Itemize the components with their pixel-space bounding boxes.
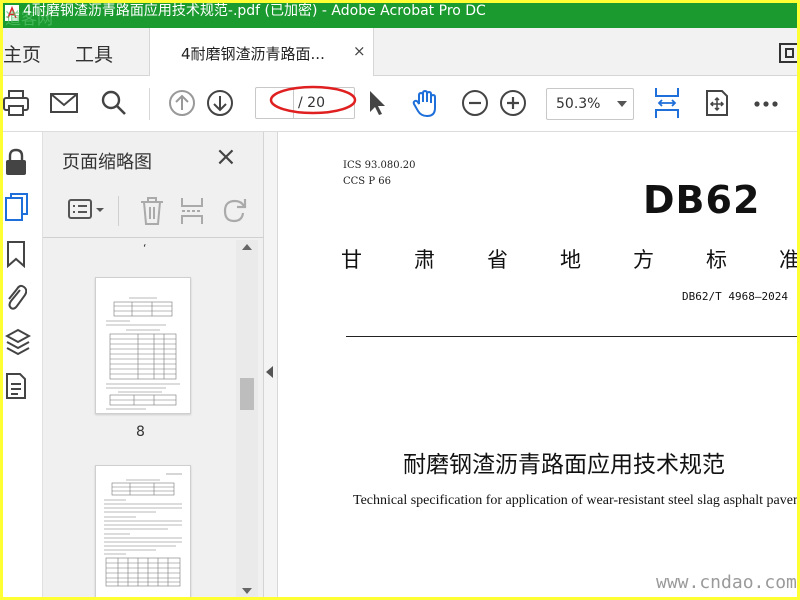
select-cursor-icon[interactable] [367, 89, 387, 117]
bookmark-icon[interactable] [5, 240, 27, 268]
collapse-arrow-icon [266, 366, 273, 378]
page-thumbnail[interactable] [95, 277, 191, 414]
thumbnails-panel: 页面缩略图 × ‘ 8 [43, 132, 264, 597]
hand-icon[interactable] [411, 89, 441, 119]
panel-collapse-handle[interactable] [264, 132, 278, 597]
window-restore-icon[interactable] [779, 43, 797, 63]
page-up-icon[interactable] [168, 89, 196, 117]
email-icon[interactable] [50, 89, 78, 117]
scrollbar-thumb[interactable] [240, 378, 254, 410]
standard-type-char: 标 [706, 248, 727, 272]
thumbnail-page-label: 8 [136, 424, 145, 440]
document-view[interactable]: ICS 93.080.20 CCS P 66 DB62 甘 肃 省 地 方 标 准 DB62… [278, 132, 797, 597]
header-rule [346, 336, 797, 337]
tab-home[interactable]: 主页 [3, 40, 41, 67]
thumbnail-list: ‘ 8 [43, 240, 258, 597]
toolbar: / 20 50.3% [3, 76, 797, 132]
thumbnail-scrollbar[interactable] [236, 240, 258, 597]
attachment-icon[interactable] [5, 282, 27, 312]
chevron-down-icon [617, 101, 627, 107]
panel-title: 页面缩略图 [62, 152, 152, 173]
full-screen-icon[interactable] [703, 89, 731, 117]
thumbnail-options-icon[interactable] [67, 196, 105, 222]
zoom-out-icon[interactable] [461, 89, 489, 117]
standard-type: 甘肃省地方标准 [341, 244, 797, 274]
document-properties-icon[interactable] [5, 372, 27, 400]
toolbar-separator [118, 196, 119, 226]
lock-icon[interactable] [5, 148, 27, 176]
zoom-value: 50.3% [556, 96, 601, 112]
thumbnail-toolbar [43, 184, 264, 238]
page-down-icon[interactable] [206, 89, 234, 117]
delete-icon[interactable] [139, 196, 165, 226]
close-tab-icon[interactable]: × [353, 42, 366, 60]
document-title-en: Technical specification for application … [353, 493, 797, 508]
scroll-up-icon[interactable] [242, 244, 252, 250]
page-thumbnail[interactable] [95, 465, 191, 597]
tab-document-label: 4耐磨钢渣沥青路面... [181, 45, 325, 63]
standard-number: DB62/T 4968—2024 [682, 290, 788, 303]
zoom-select[interactable]: 50.3% [546, 88, 634, 120]
rotate-icon[interactable] [221, 196, 249, 224]
standard-type-char: 肃 [414, 248, 435, 272]
document-title-cn: 耐磨钢渣沥青路面应用技术规范 [403, 452, 725, 478]
insert-icon[interactable] [179, 196, 205, 226]
page-thumbnail-preview [104, 473, 182, 587]
ccs-code: CCS P 66 [343, 176, 391, 187]
fit-width-icon[interactable] [654, 86, 680, 120]
close-panel-icon[interactable]: × [215, 144, 237, 170]
window-title: 4耐磨钢渣沥青路面应用技术规范-.pdf (已加密) - Adobe Acrob… [23, 3, 486, 19]
layers-icon[interactable] [5, 328, 31, 356]
scroll-down-icon[interactable] [242, 588, 252, 594]
app-window: 道客网 4耐磨钢渣沥青路面应用技术规范-.pdf (已加密) - Adobe A… [3, 3, 797, 597]
tab-tools[interactable]: 工具 [75, 40, 113, 67]
standard-type-char: 方 [633, 248, 654, 272]
zoom-in-icon[interactable] [499, 89, 527, 117]
page-thumbnail-preview [106, 297, 180, 410]
site-watermark: www.cndao.com [656, 572, 797, 593]
title-bar: 道客网 4耐磨钢渣沥青路面应用技术规范-.pdf (已加密) - Adobe A… [3, 3, 797, 28]
standard-type-char: 省 [487, 248, 508, 272]
standard-logo: DB62 [643, 178, 761, 222]
toolbar-separator [149, 88, 150, 120]
standard-type-char: 地 [560, 248, 581, 272]
page-thumbnails-icon[interactable] [5, 192, 31, 222]
left-navigation-rail [3, 132, 43, 597]
standard-type-char: 甘 [341, 248, 362, 272]
tab-document[interactable]: 4耐磨钢渣沥青路面... × [149, 28, 374, 76]
print-icon[interactable] [3, 89, 29, 117]
more-icon[interactable] [753, 100, 779, 108]
standard-type-char: 准 [779, 248, 797, 272]
red-annotation-circle [269, 85, 357, 115]
tab-bar: 主页 工具 4耐磨钢渣沥青路面... × [3, 28, 797, 76]
ics-code: ICS 93.080.20 [343, 160, 416, 171]
search-icon[interactable] [100, 89, 128, 117]
